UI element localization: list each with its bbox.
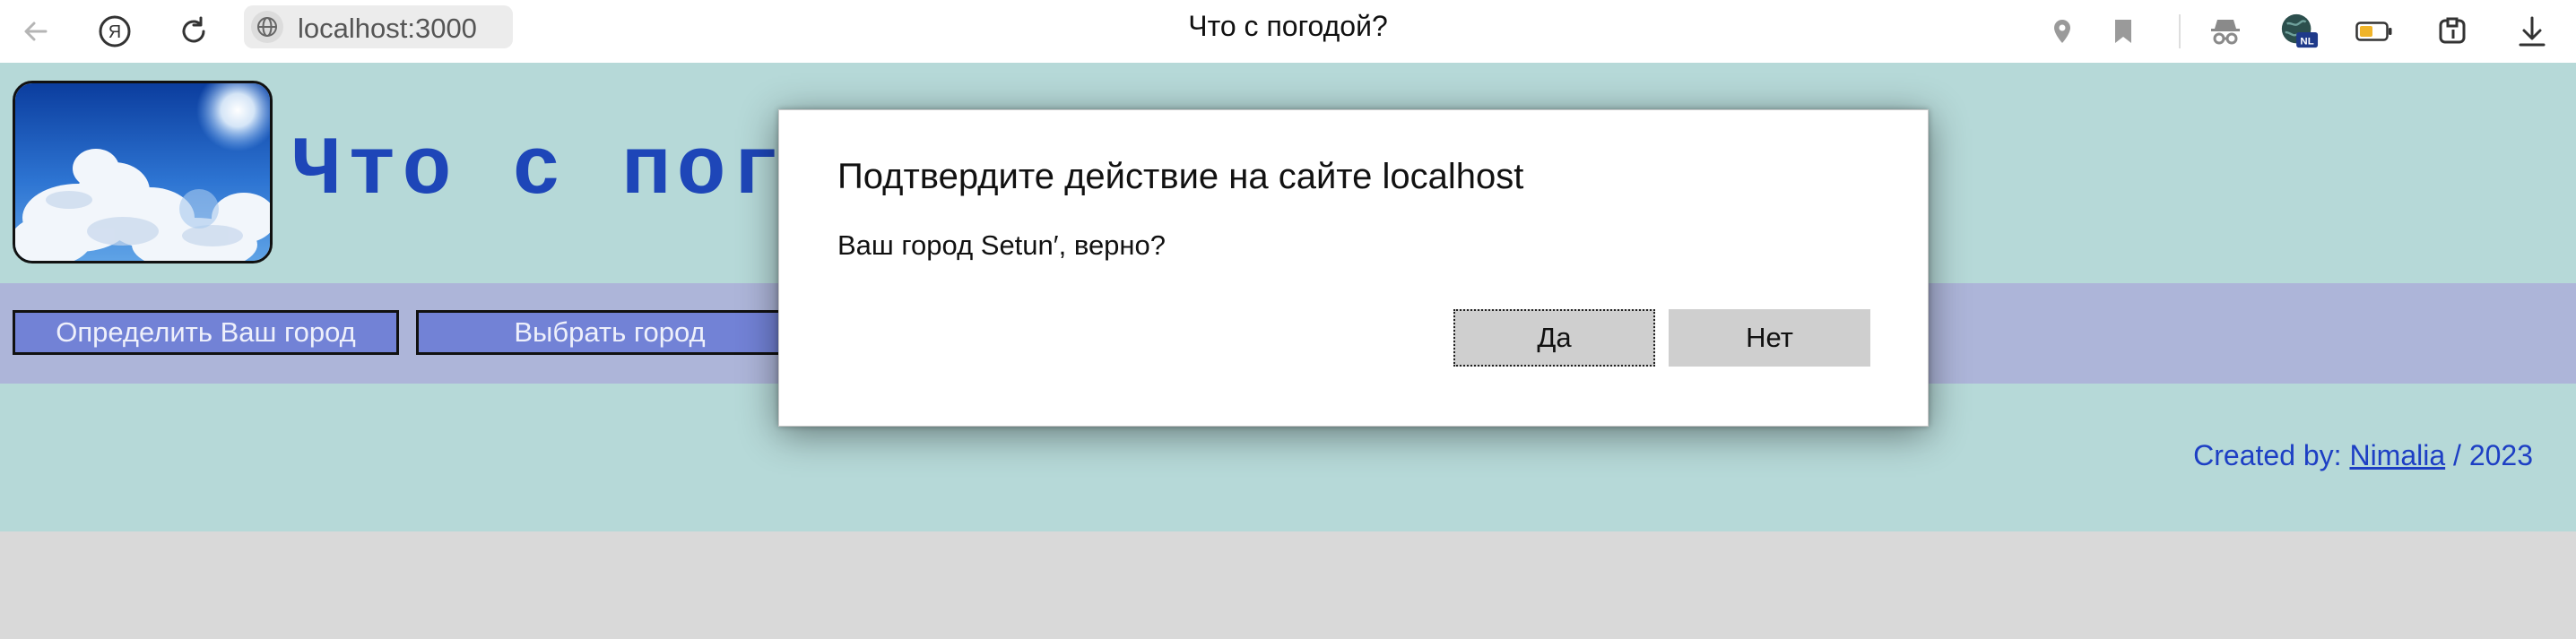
credits-suffix: / 2023	[2445, 439, 2533, 471]
browser-toolbar: Я localhost:3000 Что с погодой? NL	[0, 0, 2576, 64]
confirm-yes-button[interactable]: Да	[1453, 309, 1655, 367]
address-bar[interactable]: localhost:3000	[244, 5, 513, 48]
reload-icon[interactable]	[174, 12, 213, 51]
detect-city-button[interactable]: Определить Ваш город	[13, 310, 399, 355]
credits-prefix: Created by:	[2193, 439, 2350, 471]
confirm-dialog: Подтвердите действие на сайте localhost …	[778, 109, 1929, 427]
download-icon[interactable]	[2512, 12, 2552, 51]
back-icon[interactable]	[16, 12, 56, 51]
confirm-no-button[interactable]: Нет	[1669, 309, 1870, 367]
dialog-title: Подтвердите действие на сайте localhost	[837, 157, 1524, 196]
toolbar-divider	[2179, 14, 2181, 48]
yandex-icon[interactable]: Я	[95, 12, 134, 51]
extensions-icon[interactable]	[2433, 12, 2473, 51]
site-title: Что с пог	[292, 124, 786, 218]
url-text: localhost:3000	[298, 13, 477, 44]
bookmark-icon[interactable]	[2103, 12, 2143, 51]
vpn-nl-icon[interactable]: NL	[2279, 12, 2319, 51]
svg-text:NL: NL	[2300, 36, 2313, 47]
incognito-icon[interactable]	[2206, 12, 2245, 51]
location-pin-icon[interactable]	[2043, 12, 2082, 51]
footer-credits: Created by: Nimalia / 2023	[2193, 439, 2533, 472]
svg-text:Я: Я	[108, 22, 121, 42]
author-link[interactable]: Nimalia	[2349, 439, 2445, 471]
choose-city-button[interactable]: Выбрать город	[416, 310, 803, 355]
globe-icon	[251, 11, 283, 43]
sky-logo-image	[13, 81, 273, 263]
battery-icon	[2355, 12, 2394, 51]
dialog-message: Ваш город Setun′, верно?	[837, 229, 1167, 261]
tab-title: Что с погодой?	[1188, 10, 1388, 42]
